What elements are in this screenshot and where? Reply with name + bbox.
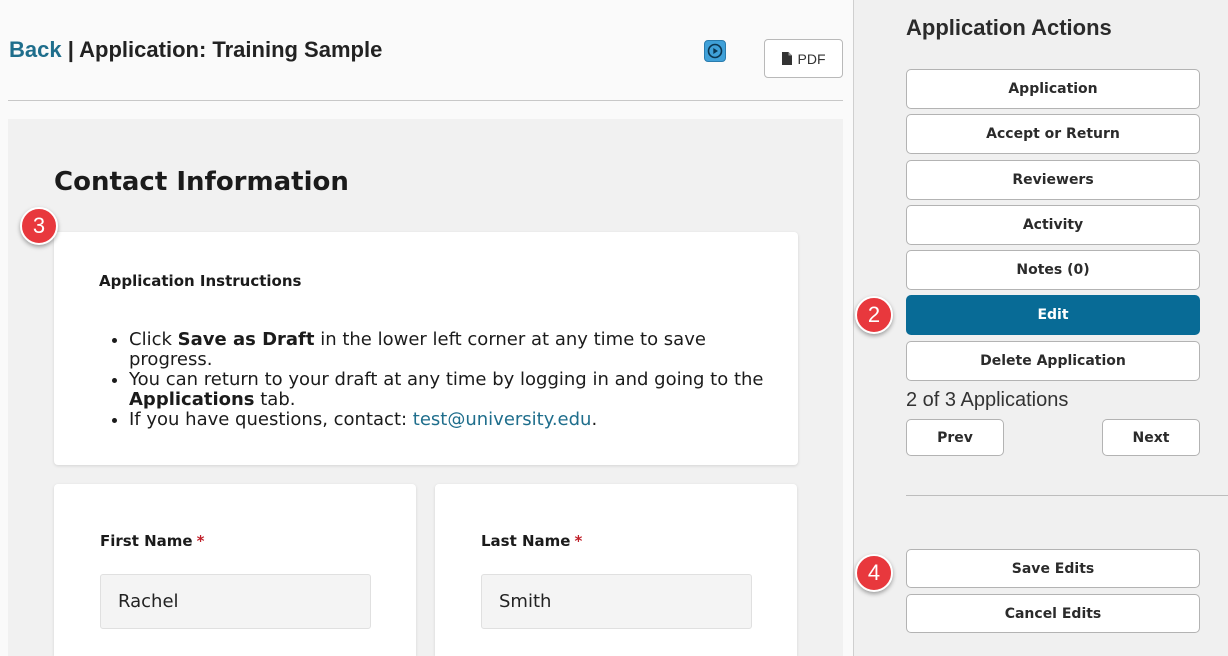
required-marker: * (574, 532, 583, 550)
page-title: Back | Application: Training Sample (9, 37, 382, 63)
list-item-emphasis: Save as Draft (177, 329, 315, 350)
instructions-list: Click Save as Draft in the lower left co… (129, 330, 769, 430)
file-icon (781, 52, 792, 65)
activity-button[interactable]: Activity (906, 205, 1200, 245)
back-link[interactable]: Back (9, 37, 62, 62)
first-name-label: First Name * (100, 532, 204, 550)
first-name-label-text: First Name (100, 532, 193, 550)
step-marker-3: 3 (20, 207, 58, 245)
list-item: You can return to your draft at any time… (129, 370, 769, 410)
last-name-label-text: Last Name (481, 532, 571, 550)
list-item-emphasis: Applications (129, 389, 255, 410)
edit-button[interactable]: Edit (906, 295, 1200, 335)
reviewers-button[interactable]: Reviewers (906, 160, 1200, 200)
delete-application-button[interactable]: Delete Application (906, 341, 1200, 381)
list-item-text: . (591, 409, 598, 430)
application-actions-panel: Application Actions Application Accept o… (853, 0, 1228, 656)
application-counter: 2 of 3 Applications (906, 389, 1069, 411)
save-edits-button[interactable]: Save Edits (906, 549, 1200, 588)
list-item-text: tab. (254, 389, 296, 410)
application-title: Application: Training Sample (79, 37, 383, 62)
step-marker-4: 4 (855, 554, 893, 592)
divider (906, 495, 1228, 496)
section-title: Contact Information (54, 167, 349, 197)
notes-button[interactable]: Notes (0) (906, 250, 1200, 290)
list-item: If you have questions, contact: test@uni… (129, 410, 769, 430)
instructions-card: Application Instructions Click Save as D… (54, 232, 798, 465)
application-button[interactable]: Application (906, 69, 1200, 109)
play-video-button[interactable] (704, 40, 726, 62)
first-name-card: First Name * (54, 484, 416, 656)
cancel-edits-button[interactable]: Cancel Edits (906, 594, 1200, 633)
last-name-label: Last Name * (481, 532, 582, 550)
list-item-text: You can return to your draft at any time… (129, 369, 764, 390)
list-item: Click Save as Draft in the lower left co… (129, 330, 769, 370)
main-area: Back | Application: Training Sample PDF … (0, 0, 853, 656)
last-name-card: Last Name * (435, 484, 797, 656)
first-name-field[interactable] (100, 574, 371, 629)
actions-title: Application Actions (906, 15, 1112, 40)
list-item-text: If you have questions, contact: (129, 409, 413, 430)
title-separator: | (67, 37, 74, 62)
contact-email-link[interactable]: test@university.edu (413, 409, 592, 430)
play-circle-icon (707, 43, 723, 59)
form-content: Contact Information Application Instruct… (8, 119, 843, 656)
step-marker-2: 2 (855, 296, 893, 334)
instructions-heading: Application Instructions (99, 272, 302, 290)
accept-return-button[interactable]: Accept or Return (906, 114, 1200, 154)
last-name-field[interactable] (481, 574, 752, 629)
required-marker: * (196, 532, 205, 550)
list-item-text: Click (129, 329, 178, 350)
next-button[interactable]: Next (1102, 419, 1200, 456)
prev-button[interactable]: Prev (906, 419, 1004, 456)
page-header: Back | Application: Training Sample PDF (8, 0, 843, 101)
pdf-button-label: PDF (797, 50, 826, 67)
pdf-button[interactable]: PDF (764, 39, 843, 78)
